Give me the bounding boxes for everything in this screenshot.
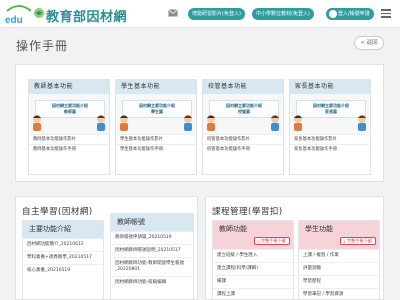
box-title: 教師帳號 — [111, 214, 193, 231]
card-title: 家長基本功能 — [290, 80, 370, 94]
list-item[interactable]: 上課 / 複習 / 作業 — [299, 249, 379, 262]
manual-doc-link[interactable]: 家長基本功能操作手冊 — [290, 144, 370, 154]
list-item[interactable]: 因材網功能簡介_20210612 — [23, 238, 103, 251]
card-title: 學生基本功能 — [116, 80, 196, 94]
download-icon: ⤓ — [257, 238, 260, 243]
list-item[interactable]: 建立課程(科學/課綱) — [213, 262, 293, 275]
self-learning-panel: 自主學習(因材網) 主要功能介紹 因材網功能簡介_20210612 學科素養+適… — [15, 196, 198, 300]
download-manual-button[interactable]: ⤓ 完整手冊下載 — [339, 237, 376, 245]
section-heading: 自主學習(因材網) — [22, 207, 93, 217]
student-features-box: 學生功能 ⤓ 完整手冊下載 上課 / 複習 / 作業 評量測驗 學習歷程 學習筆… — [298, 220, 380, 299]
section-heading: 課程管理(學習扣) — [212, 207, 283, 217]
list-item[interactable]: 核心素養_20210519 — [23, 264, 103, 277]
manual-doc-link[interactable]: 校管基本功能操作手冊 — [203, 144, 283, 154]
manual-video-link[interactable]: 家長基本功能操作影片 — [290, 134, 370, 144]
back-button[interactable]: < 返回 — [354, 36, 384, 50]
login-label: 登入/帳號申請 — [338, 11, 370, 17]
list-item[interactable]: 學科素養+適異教學_20210517 — [23, 251, 103, 264]
download-manual-button[interactable]: ⤓ 完整手冊下載 — [253, 237, 290, 245]
user-icon — [329, 10, 337, 18]
child-illustration-icon — [294, 115, 302, 131]
manual-video-link[interactable]: 校管基本功能操作影片 — [203, 134, 283, 144]
child-illustration-icon — [184, 115, 192, 131]
student-manual-card: 學生基本功能 因材網主要功能介紹 學生篇 學生基本功能操作影片 學生基本功能操作手… — [115, 79, 197, 175]
course-management-panel: 課程管理(學習扣) 教師功能 ⤓ 完整手冊下載 建立班級 / 學生匯入 建立課程… — [205, 196, 384, 300]
list-item[interactable]: 課程上課 — [213, 288, 293, 299]
child-illustration-icon — [271, 115, 279, 131]
card-thumbnail[interactable]: 因材網主要功能介紹 教師篇 — [29, 94, 109, 134]
manual-video-link[interactable]: 教師基本功能操作影片 — [29, 134, 109, 144]
list-item[interactable]: 因材網教師功能-班級編輯 — [111, 276, 193, 289]
list-item[interactable]: 因材網教師帳號說明_20210517 — [111, 244, 193, 257]
manual-cards-panel: 教師基本功能 因材網主要功能介紹 教師篇 教師基本功能操作影片 教師基本功能操作手… — [15, 64, 384, 182]
card-thumbnail[interactable]: 因材網主要功能介紹 學生篇 — [116, 94, 196, 134]
manual-doc-link[interactable]: 學生基本功能操作手冊 — [116, 144, 196, 154]
edu-logo-icon[interactable]: edu — [3, 3, 35, 25]
main-features-box: 主要功能介紹 因材網功能簡介_20210612 學科素養+適異教學_202105… — [22, 220, 104, 299]
training-video-button[interactable]: 增能研習影片(免登入) — [188, 8, 245, 20]
site-brand[interactable]: 教育部因材網 — [46, 6, 127, 25]
child-illustration-icon — [358, 115, 366, 131]
parent-manual-card: 家長基本功能 因材網主要功能介紹 家長篇 家長基本功能操作影片 家長基本功能操作手… — [289, 79, 371, 175]
teacher-account-box: 教師帳號 教師帳號申請篇_20210519 因材網教師帳號說明_20210517… — [110, 213, 194, 299]
page-title: 操作手冊 — [16, 39, 69, 53]
list-item[interactable]: 因材網教師功能-教師開放學生帳號_20220801 — [111, 257, 193, 276]
menu-icon[interactable] — [381, 9, 391, 18]
manual-video-link[interactable]: 學生基本功能操作影片 — [116, 134, 196, 144]
child-illustration-icon — [120, 115, 128, 131]
teacher-features-box: 教師功能 ⤓ 完整手冊下載 建立班級 / 學生匯入 建立課程(科學/課綱) 備課… — [212, 220, 294, 299]
login-button[interactable]: 登入/帳號申請 — [326, 8, 374, 20]
list-item[interactable]: 建立班級 / 學生匯入 — [213, 249, 293, 262]
card-title: 校管基本功能 — [203, 80, 283, 94]
list-item[interactable]: 備課 — [213, 275, 293, 288]
download-icon: ⤓ — [343, 238, 346, 243]
card-thumbnail[interactable]: 因材網主要功能介紹 家長篇 — [290, 94, 370, 134]
list-item[interactable]: 學習筆記 / 學習資源 — [299, 288, 379, 299]
card-title: 教師基本功能 — [29, 80, 109, 94]
teacher-manual-card: 教師基本功能 因材網主要功能介紹 教師篇 教師基本功能操作影片 教師基本功能操作手… — [28, 79, 110, 175]
manual-doc-link[interactable]: 教師基本功能操作手冊 — [29, 144, 109, 154]
mail-icon[interactable] — [168, 9, 178, 17]
list-item[interactable]: 學習歷程 — [299, 275, 379, 288]
card-thumbnail[interactable]: 因材網主要功能介紹 校管篇 — [203, 94, 283, 134]
school-admin-manual-card: 校管基本功能 因材網主要功能介紹 校管篇 校管基本功能操作影片 校管基本功能操作手… — [202, 79, 284, 175]
child-illustration-icon — [97, 115, 105, 131]
list-item[interactable]: 評量測驗 — [299, 262, 379, 275]
svg-text:edu: edu — [5, 15, 23, 25]
box-title: 主要功能介紹 — [23, 221, 103, 238]
globe-leaf-icon — [34, 8, 44, 18]
child-illustration-icon — [33, 115, 41, 131]
list-item[interactable]: 教師帳號申請篇_20210519 — [111, 231, 193, 244]
digital-material-button[interactable]: 中小學數位教材(免登入) — [252, 8, 314, 20]
site-header: edu 教育部因材網 增能研習影片(免登入) 中小學數位教材(免登入) 登入/帳… — [0, 0, 400, 28]
child-illustration-icon — [207, 115, 215, 131]
